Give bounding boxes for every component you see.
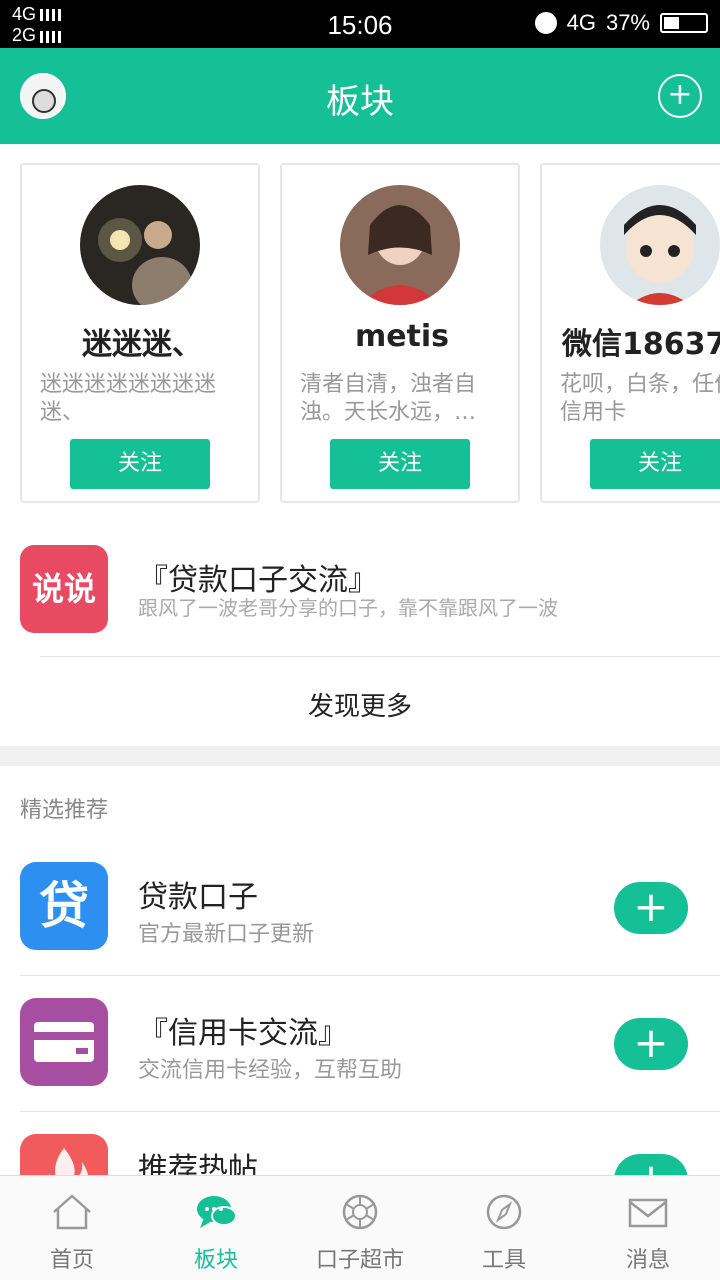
recommended-item[interactable]: 贷 贷款口子 官方最新口子更新 + — [20, 862, 720, 998]
user-bio: 花呗，白条，任付，信用卡 — [560, 372, 720, 425]
nav-item-boards[interactable]: 板块 — [144, 1176, 288, 1280]
add-button[interactable]: + — [614, 882, 688, 934]
follow-button[interactable]: 关注 — [70, 439, 210, 489]
bottom-nav: 首页 板块 口子超市 工具 消息 — [0, 1175, 720, 1280]
nav-item-messages[interactable]: 消息 — [576, 1176, 720, 1280]
user-avatar — [600, 185, 720, 305]
section-title: 精选推荐 — [20, 798, 109, 823]
user-card[interactable]: 迷迷迷、 迷迷迷迷迷迷迷迷迷、 关注 — [20, 163, 260, 503]
nav-label: 工具 — [481, 1248, 526, 1273]
item-title: 贷款口子 — [138, 880, 258, 915]
user-card[interactable]: 微信18637 花呗，白条，任付，信用卡 关注 — [540, 163, 720, 503]
item-subtitle: 官方最新口子更新 — [138, 922, 315, 947]
nav-label: 首页 — [49, 1248, 94, 1273]
data-type-label: 4G — [566, 10, 596, 35]
nav-item-home[interactable]: 首页 — [0, 1176, 144, 1280]
alarm-icon — [534, 12, 557, 34]
follow-button[interactable]: 关注 — [330, 439, 470, 489]
divider — [40, 656, 720, 657]
battery-percent: 37% — [605, 10, 650, 35]
battery-icon — [660, 13, 708, 33]
mail-icon — [628, 1198, 668, 1228]
app-header: 板块 + — [0, 48, 720, 144]
user-name: 迷迷迷、 — [82, 327, 202, 362]
chat-bubbles-icon — [197, 1196, 237, 1228]
discover-more-button[interactable]: 发现更多 — [0, 686, 720, 723]
recommended-item[interactable]: 『信用卡交流』 交流信用卡经验，互帮互助 + — [20, 998, 720, 1134]
item-title: 『信用卡交流』 — [138, 1016, 348, 1051]
credit-card-icon — [20, 998, 108, 1086]
add-button[interactable]: + — [614, 1018, 688, 1070]
user-bio: 迷迷迷迷迷迷迷迷迷、 — [40, 372, 217, 425]
compass-icon — [486, 1194, 522, 1230]
nav-label: 板块 — [193, 1248, 238, 1273]
user-name: metis — [354, 319, 450, 354]
shutter-icon — [342, 1194, 378, 1230]
user-card-carousel[interactable]: 迷迷迷、 迷迷迷迷迷迷迷迷迷、 关注 metis 清者自清，浊者自浊。天长水远，… — [20, 162, 720, 504]
user-avatar — [80, 185, 200, 305]
loan-icon: 贷 — [20, 862, 108, 950]
post-excerpt: 跟风了一波老哥分享的口子，靠不靠跟风了一波 — [138, 596, 558, 620]
nav-label: 口子超市 — [315, 1248, 404, 1273]
nav-item-market[interactable]: 口子超市 — [288, 1176, 432, 1280]
section-gap — [0, 746, 720, 766]
user-card[interactable]: metis 清者自清，浊者自浊。天长水远，… 关注 — [280, 163, 520, 503]
follow-button[interactable]: 关注 — [590, 439, 720, 489]
user-name: 微信18637 — [562, 327, 720, 362]
user-avatar — [340, 185, 460, 305]
page-title: 板块 — [326, 82, 394, 122]
status-right: 4G 37% — [534, 10, 708, 36]
user-bio: 清者自清，浊者自浊。天长水远，… — [300, 372, 477, 425]
post-title: 『贷款口子交流』 — [138, 563, 378, 598]
home-icon — [53, 1194, 91, 1230]
post-item[interactable]: 说说 『贷款口子交流』 跟风了一波老哥分享的口子，靠不靠跟风了一波 — [20, 545, 720, 655]
nav-label: 消息 — [625, 1248, 670, 1273]
item-subtitle: 交流信用卡经验，互帮互助 — [138, 1058, 403, 1083]
plus-circle-icon[interactable]: + — [658, 74, 702, 118]
status-bar: 4G 2G 15:06 4G 37% — [0, 0, 720, 48]
divider — [20, 975, 720, 976]
post-icon: 说说 — [20, 545, 108, 633]
divider — [20, 1111, 720, 1112]
nav-item-tools[interactable]: 工具 — [432, 1176, 576, 1280]
